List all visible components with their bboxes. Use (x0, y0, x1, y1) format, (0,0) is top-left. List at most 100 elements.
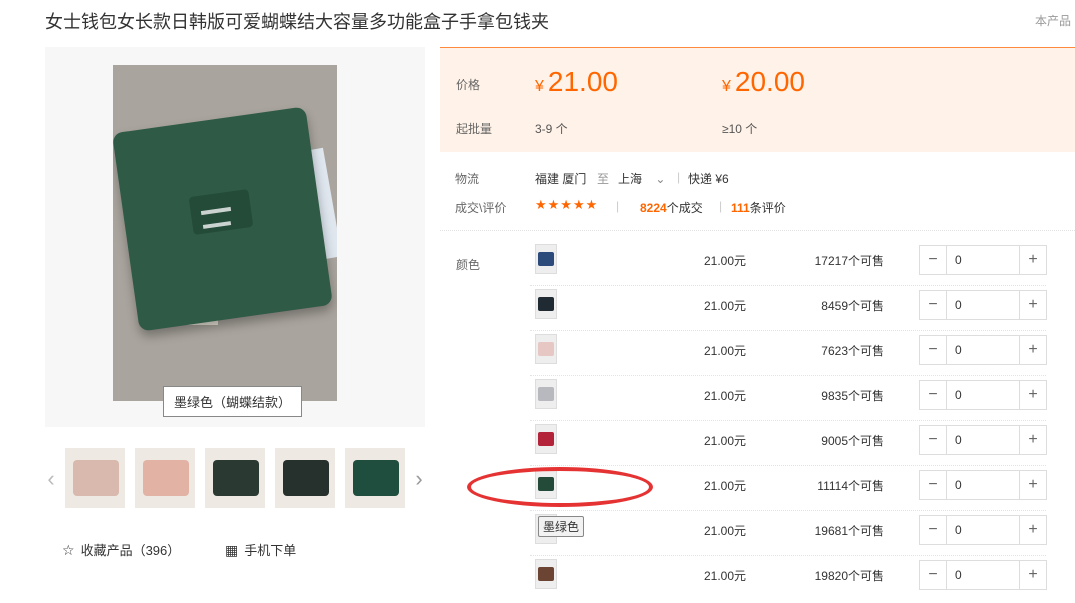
quantity-input[interactable] (947, 336, 1025, 364)
divider: | (677, 170, 681, 184)
quantity-input[interactable] (947, 471, 1025, 499)
sku-stock: 9005个可售 (821, 434, 884, 448)
sku-row: 21.00元 17217个可售 − + (530, 240, 1047, 286)
divider: | (616, 199, 620, 213)
quantity-stepper: − + (919, 560, 1047, 590)
sku-stock: 19681个可售 (814, 524, 884, 538)
ship-to-word: 至 (597, 172, 610, 186)
sku-price: 21.00元 (704, 479, 747, 493)
sku-thumbnail[interactable] (535, 289, 557, 319)
chevron-left-icon[interactable]: ‹ (45, 466, 57, 492)
minus-button[interactable]: − (920, 516, 947, 544)
mobile-order-button[interactable]: ▦ 手机下单 (225, 540, 296, 559)
sku-row: 21.00元 9005个可售 − + (530, 420, 1047, 466)
plus-button[interactable]: + (1019, 471, 1046, 499)
plus-button[interactable]: + (1019, 426, 1046, 454)
currency-symbol: ¥ (535, 78, 544, 95)
sku-thumbnail[interactable] (535, 559, 557, 589)
sku-row: 21.00元 19820个可售 − + (530, 555, 1047, 600)
reviews-label: 成交\评价 (455, 201, 507, 215)
thumbnail[interactable] (205, 448, 265, 508)
price-value: 20.00 (734, 66, 805, 97)
price-label: 价格 (456, 78, 481, 92)
quantity-input[interactable] (947, 291, 1025, 319)
sku-swatch (538, 567, 554, 581)
plus-button[interactable]: + (1019, 561, 1046, 589)
thumbnail-wallet (143, 460, 189, 496)
sku-price: 21.00元 (704, 524, 747, 538)
plus-button[interactable]: + (1019, 516, 1046, 544)
sku-price: 21.00元 (704, 254, 747, 268)
minus-button[interactable]: − (920, 471, 947, 499)
sku-stock: 8459个可售 (821, 299, 884, 313)
quantity-stepper: − + (919, 245, 1047, 275)
thumbnail[interactable] (345, 448, 405, 508)
plus-button[interactable]: + (1019, 291, 1046, 319)
price-tier-1: ¥21.00 (535, 66, 618, 98)
sku-thumbnail[interactable] (535, 379, 557, 409)
thumbnail[interactable] (65, 448, 125, 508)
chevron-down-icon: ⌄ (655, 172, 666, 186)
quantity-stepper: − + (919, 335, 1047, 365)
express-fee: 快递 ¥6 (688, 172, 729, 186)
quantity-stepper: − + (919, 515, 1047, 545)
sku-tooltip: 墨绿色 (538, 516, 585, 537)
ship-to-select[interactable]: 上海 ⌄ (618, 170, 665, 187)
sku-thumbnail[interactable] (535, 244, 557, 274)
chevron-right-icon[interactable]: › (413, 466, 425, 492)
sku-stock: 9835个可售 (821, 389, 884, 403)
sku-price: 21.00元 (704, 434, 747, 448)
product-main-image[interactable] (113, 65, 337, 401)
reviews-count[interactable]: 111条评价 (731, 199, 786, 216)
deals-text: 个成交 (666, 201, 703, 215)
plus-button[interactable]: + (1019, 381, 1046, 409)
thumbnail[interactable] (275, 448, 335, 508)
minus-button[interactable]: − (920, 426, 947, 454)
thumbnail-wallet (353, 460, 399, 496)
sku-price: 21.00元 (704, 299, 747, 313)
sku-thumbnail[interactable] (535, 334, 557, 364)
minus-button[interactable]: − (920, 336, 947, 364)
sku-swatch (538, 297, 554, 311)
main-image-container: 墨绿色（蝴蝶结款） (45, 47, 425, 427)
reviews-number: 111 (731, 201, 750, 215)
annotation-circle (467, 467, 653, 507)
plus-button[interactable]: + (1019, 246, 1046, 274)
sku-swatch (538, 432, 554, 446)
deals-number: 8224 (640, 201, 667, 215)
deals-count[interactable]: 8224个成交 (640, 199, 703, 216)
minus-button[interactable]: − (920, 246, 947, 274)
quantity-input[interactable] (947, 516, 1025, 544)
sku-thumbnail[interactable] (535, 424, 557, 454)
qr-code-icon: ▦ (225, 542, 239, 558)
moq-tier-1: 3-9 个 (535, 122, 568, 136)
thumbnail-wallet (213, 460, 259, 496)
thumbnail[interactable] (135, 448, 195, 508)
price-value: 21.00 (547, 66, 618, 97)
ship-to-value: 上海 (618, 172, 643, 186)
favorite-label: 收藏产品（396） (80, 543, 181, 558)
sku-stock: 17217个可售 (814, 254, 884, 268)
sku-row: 21.00元 8459个可售 − + (530, 285, 1047, 331)
moq-tier-2: ≥10 个 (722, 122, 758, 136)
quantity-input[interactable] (947, 426, 1025, 454)
sku-price: 21.00元 (704, 569, 747, 583)
quantity-input[interactable] (947, 381, 1025, 409)
favorite-button[interactable]: ☆ 收藏产品（396） (62, 540, 180, 559)
moq-label: 起批量 (456, 122, 493, 136)
top-right-link[interactable]: 本产品 (1035, 12, 1075, 29)
plus-button[interactable]: + (1019, 336, 1046, 364)
minus-button[interactable]: − (920, 381, 947, 409)
ship-from: 福建 厦门 (535, 172, 587, 186)
sku-row: 21.00元 7623个可售 − + (530, 330, 1047, 376)
quantity-input[interactable] (947, 246, 1025, 274)
minus-button[interactable]: − (920, 561, 947, 589)
quantity-stepper: − + (919, 290, 1047, 320)
minus-button[interactable]: − (920, 291, 947, 319)
thumbnail-wallet (283, 460, 329, 496)
quantity-input[interactable] (947, 561, 1025, 589)
sku-row: 21.00元 9835个可售 − + (530, 375, 1047, 421)
image-caption: 墨绿色（蝴蝶结款） (163, 386, 303, 417)
logistics-label: 物流 (455, 172, 480, 186)
thumbnail-strip: ‹ › (45, 448, 425, 508)
